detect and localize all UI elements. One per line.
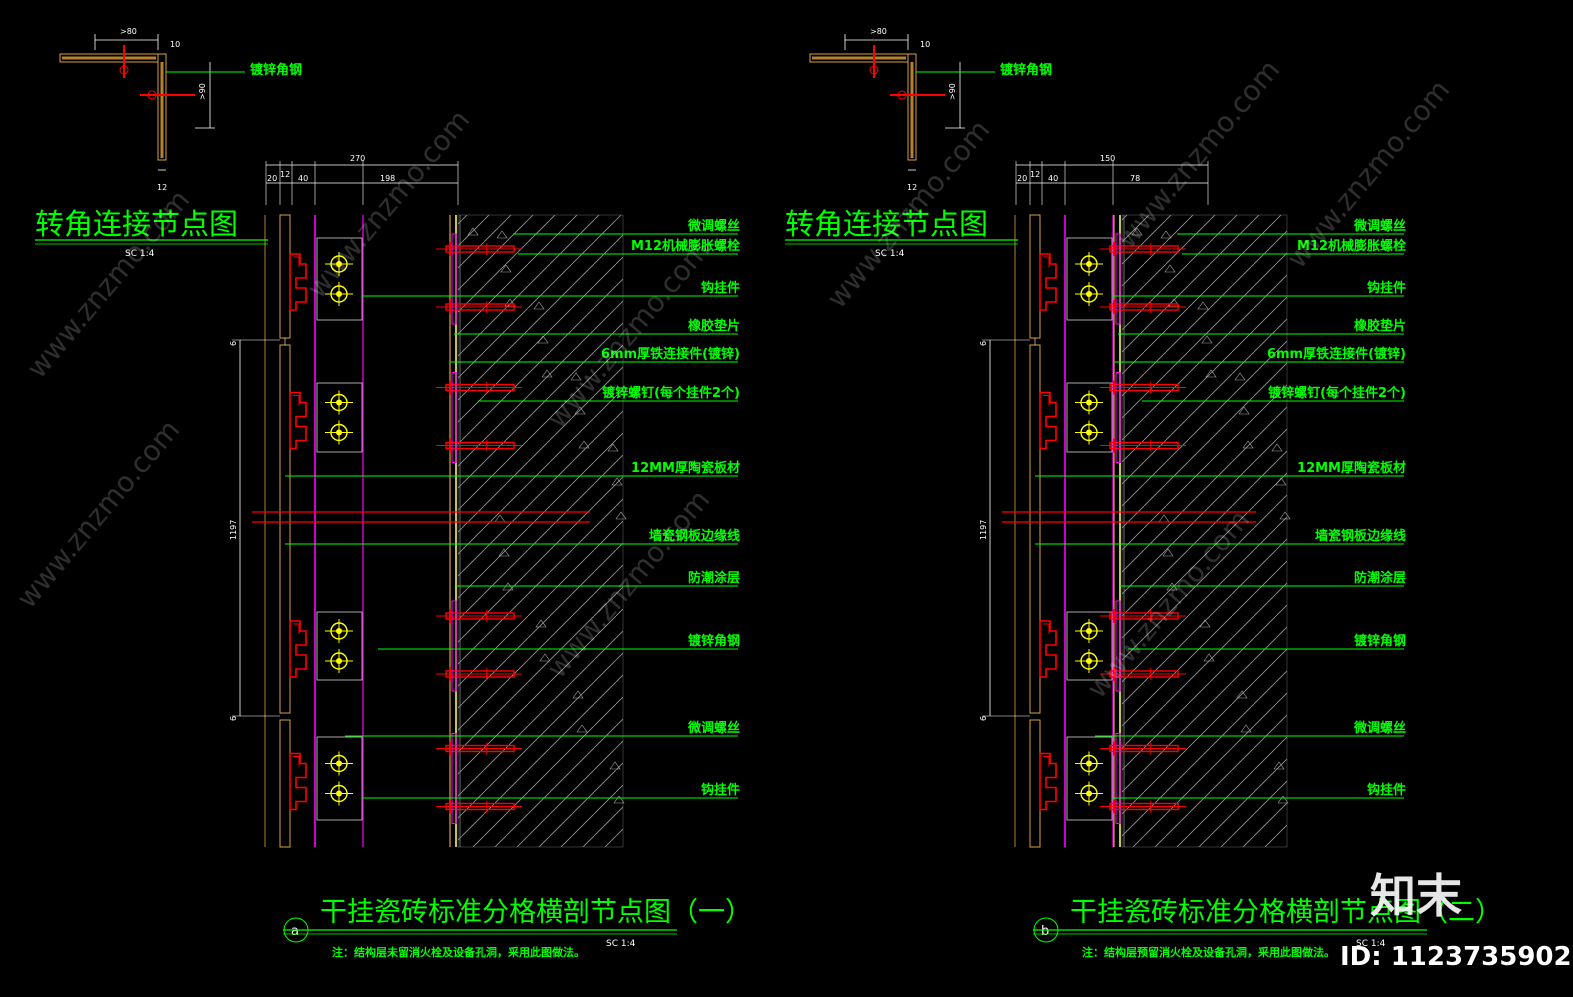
hanging-clip [289,752,307,811]
dim-height: 1197 [229,520,238,540]
brand-watermark: 知末 [1370,869,1462,923]
hanging-clip [1039,253,1057,311]
hanging-clip-inner [1043,623,1050,634]
callout-label: 钩挂件 [1367,280,1406,296]
dim-text: >80 [120,27,137,36]
callout-label: 橡胶垫片 [1354,318,1406,334]
hanging-clip-inner [1043,756,1050,767]
callout-label: 橡胶垫片 [688,318,740,334]
id-watermark: ID: 1123735902 [1340,942,1572,972]
connection-bracket [1066,237,1113,321]
dim-rest: 78 [1130,174,1140,183]
dim-40: 40 [298,174,308,183]
ceramic-panel [279,214,291,339]
dim-gap: 6 [979,341,988,346]
ceramic-panel [1029,344,1041,714]
dim-text: >90 [948,83,957,100]
callout-label: 镀锌角钢 [1354,633,1406,649]
dim-40: 40 [1048,174,1058,183]
callout-label: 钩挂件 [1367,782,1406,798]
dim-text: 10 [170,40,180,49]
ceramic-panel [279,719,291,848]
connection-bracket [316,736,363,821]
dim-gap: 6 [229,341,238,346]
dim-text: 10 [920,40,930,49]
dim-20: 20 [267,174,277,183]
callout-label: 墙瓷钢板边缘线 [1315,528,1406,544]
callout-label: 镀锌螺钉(每个挂件2个) [602,385,740,401]
section-note: 注：结构层未留消火栓及设备孔洞，采用此图做法。 [332,945,585,959]
callout-label: 镀锌角钢 [688,633,740,649]
dim-text: >80 [870,27,887,36]
dim-12: 12 [1030,170,1040,179]
section-note: 注：结构层预留消火栓及设备孔洞，采用此图做法。 [1082,945,1335,959]
callout-label: 6mm厚铁连接件(镀锌) [1267,346,1406,362]
hanging-clip [1039,620,1057,678]
corner-label: 镀锌角钢 [1000,62,1052,78]
hanging-clip [289,391,307,450]
callout-label: 镀锌螺钉(每个挂件2个) [1268,385,1406,401]
hanging-clip [1039,752,1057,811]
section-panel-b: 15020 12 40 78119766微调螺丝M12机械膨胀螺栓钩挂件橡胶垫片6mm… [979,154,1502,959]
callout-label: 防潮涂层 [1354,570,1406,586]
dim-20: 20 [1017,174,1027,183]
callout-label: 防潮涂层 [688,570,740,586]
callout-label: 微调螺丝 [1353,720,1406,736]
hanging-clip-inner [1043,395,1050,406]
section-marker-text: b [1041,924,1049,939]
callout-label: 微调螺丝 [1353,218,1406,234]
dim-gap: 6 [229,716,238,721]
hanging-clip [289,620,307,678]
ceramic-panel [279,344,291,714]
ceramic-panel [1029,214,1041,339]
hanging-clip-inner [293,256,300,267]
section-title: 干挂瓷砖标准分格横剖节点图（一） [320,897,752,928]
callout-label: 钩挂件 [701,280,740,296]
callout-label: 钩挂件 [701,782,740,798]
dim-12: 12 [280,170,290,179]
hanging-clip-inner [293,395,300,406]
callout-label: 微调螺丝 [687,720,740,736]
section-marker-text: a [291,924,299,939]
callout-label: 12MM厚陶瓷板材 [631,460,740,476]
dim-gap: 6 [979,716,988,721]
dim-text: >90 [198,83,207,100]
scale-text: SC 1:4 [606,939,636,949]
drawing-canvas: 27020 12 40 198119766微调螺丝M12机械膨胀螺栓钩挂件橡胶垫片6m… [10,27,1572,972]
hanging-clip-inner [1043,256,1050,267]
hanging-clip-inner [293,756,300,767]
ceramic-panel [1029,719,1041,848]
corner-label: 镀锌角钢 [250,62,302,78]
connection-bracket [1066,736,1113,821]
dim-height: 1197 [979,520,988,540]
hanging-clip [1039,391,1057,450]
callout-label: 微调螺丝 [687,218,740,234]
hanging-clip-inner [293,623,300,634]
callout-label: 12MM厚陶瓷板材 [1297,460,1406,476]
site-watermark: www.znzmo.com [10,413,186,614]
